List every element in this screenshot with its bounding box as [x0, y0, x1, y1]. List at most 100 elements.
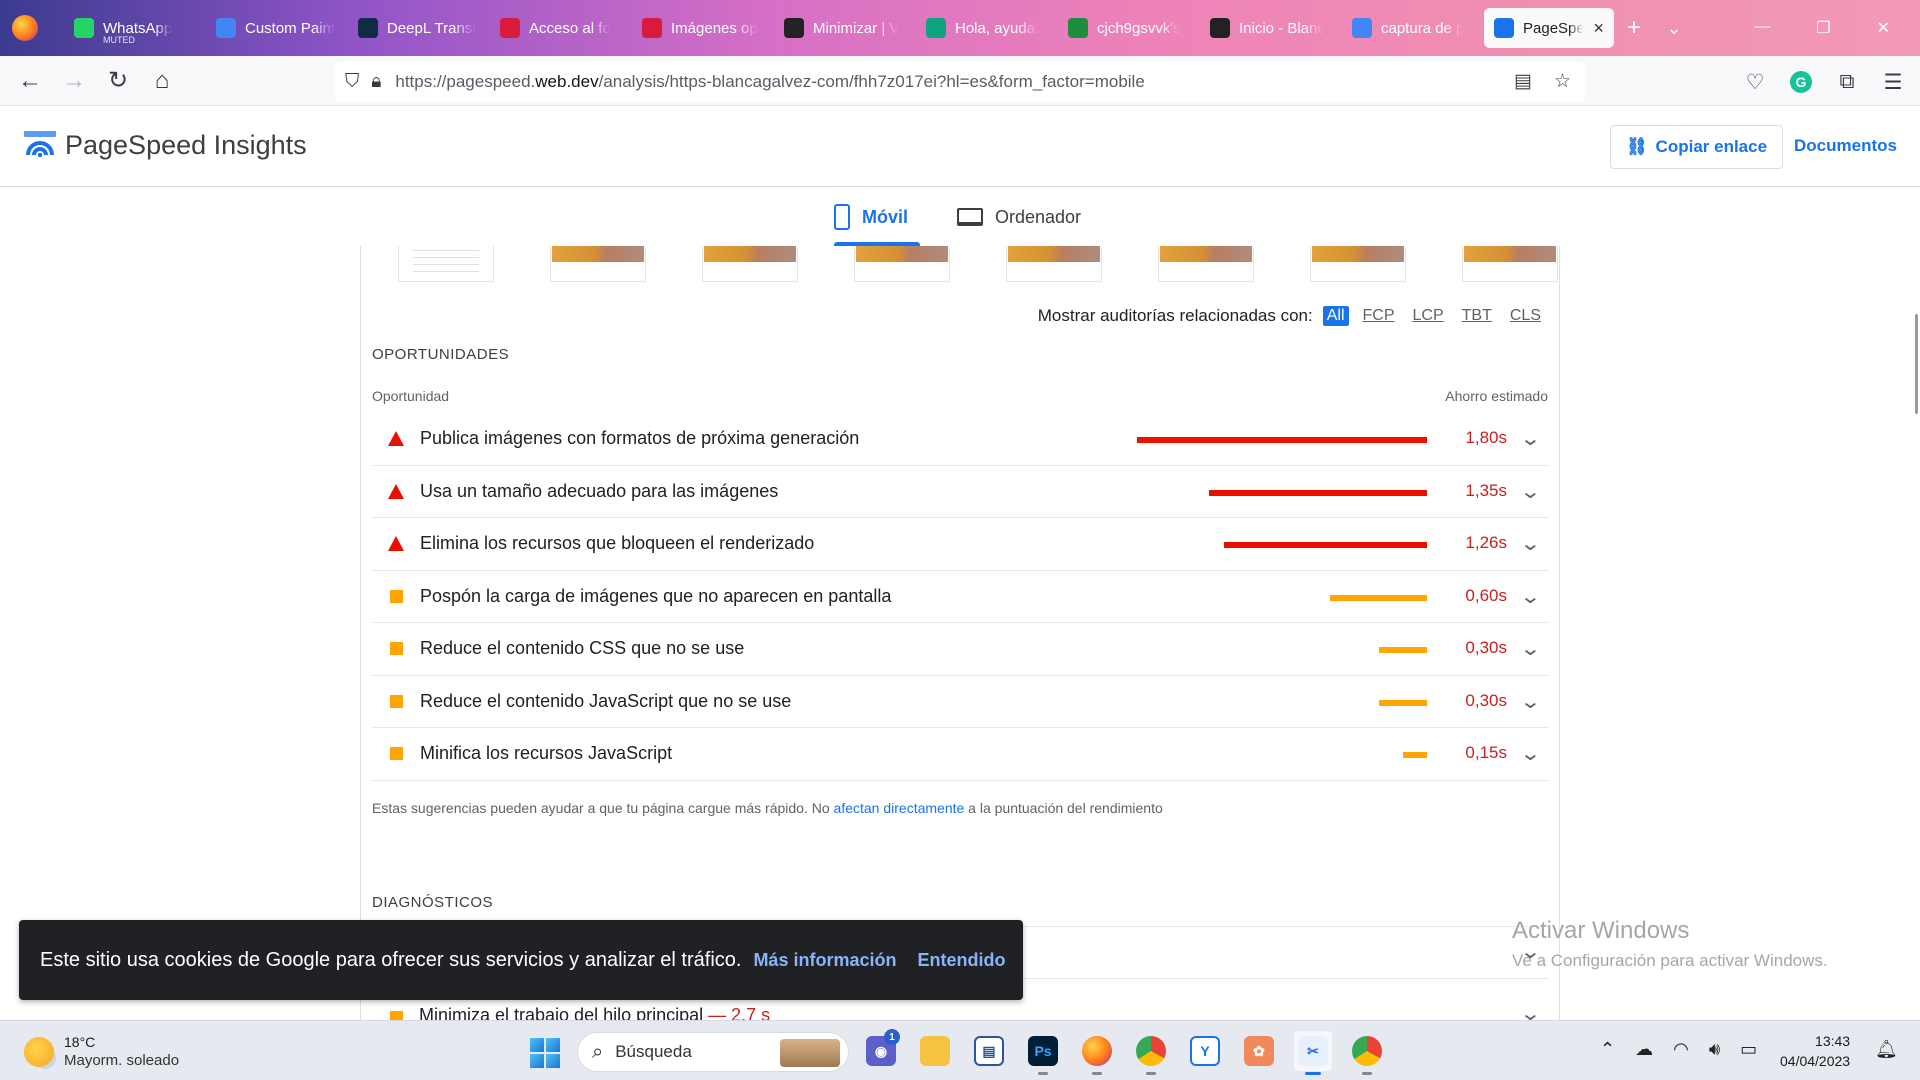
opportunity-row[interactable]: Pospón la carga de imágenes que no apare… — [372, 571, 1549, 623]
page-scrollbar[interactable] — [1908, 246, 1920, 1020]
average-square-icon — [386, 642, 406, 656]
opportunity-title: Usa un tamaño adecuado para las imágenes — [420, 480, 779, 501]
opportunity-row[interactable]: Reduce el contenido CSS que no se use 0,3… — [372, 623, 1549, 676]
chevron-down-icon[interactable]: ⌄ — [1520, 584, 1542, 609]
note-link[interactable]: afectan directamente — [834, 800, 965, 816]
activate-windows-watermark: Activar Windows Ve a Configuración para … — [1512, 917, 1828, 971]
yoast-app-icon[interactable]: Y — [1186, 1031, 1224, 1071]
browser-tab[interactable]: Hola, ayuda! — [916, 8, 1058, 48]
scrollbar-thumb[interactable] — [1915, 314, 1918, 414]
opportunity-row[interactable]: Publica imágenes con formatos de próxima… — [372, 413, 1549, 466]
opportunity-row[interactable]: Minifica los recursos JavaScript 0,15s ⌄ — [372, 728, 1549, 781]
chrome-profile-icon[interactable] — [1348, 1031, 1386, 1075]
new-tab-button[interactable]: + — [1614, 14, 1654, 42]
filmstrip-frame — [1006, 246, 1102, 282]
filter-chip-tbt[interactable]: TBT — [1458, 306, 1496, 326]
browser-tab-label: cjch9gsvvk's — [1097, 19, 1181, 37]
home-icon[interactable]: ⌂ — [140, 61, 184, 101]
browser-tab[interactable]: Custom Paint — [206, 8, 348, 48]
grammarly-extension-icon[interactable]: G — [1788, 62, 1814, 102]
onedrive-cloud-icon[interactable]: ☁ — [1635, 1039, 1653, 1060]
tracking-protection-shield-icon[interactable]: ⛉ — [345, 71, 359, 93]
browser-tab[interactable]: Acceso al fo — [490, 8, 632, 48]
photoshop-icon[interactable]: Ps — [1024, 1031, 1062, 1075]
minimize-icon[interactable]: — — [1754, 18, 1770, 38]
chevron-down-icon[interactable]: ⌄ — [1520, 531, 1542, 556]
navigation-toolbar: ← → ↻ ⌂ ⛉ 🔒︎ https://pagespeed.web.dev/a… — [0, 56, 1920, 106]
savings-bar — [1379, 647, 1427, 653]
chevron-down-icon[interactable]: ⌄ — [1520, 636, 1542, 661]
report-card: Mostrar auditorías relacionadas con: All… — [360, 246, 1560, 1025]
snipping-tool-icon[interactable]: ✂ — [1294, 1031, 1332, 1075]
url-text[interactable]: https://pagespeed.web.dev/analysis/https… — [395, 72, 1144, 92]
opportunity-row[interactable]: Elimina los recursos que bloqueen el ren… — [372, 518, 1549, 571]
browser-tab[interactable]: Inicio - Blanc — [1200, 8, 1342, 48]
chevron-down-icon[interactable]: ⌄ — [1520, 741, 1542, 766]
weather-temperature: 18°C — [64, 1034, 96, 1050]
chevron-down-icon[interactable]: ⌄ — [1520, 689, 1542, 714]
chevron-up-icon[interactable]: ⌃ — [1600, 1039, 1615, 1060]
menu-hamburger-icon[interactable]: ☰ — [1880, 62, 1906, 102]
forward-arrow-icon[interactable]: → — [52, 61, 96, 101]
savings-value: 1,80s — [1465, 428, 1507, 447]
watermark-subtitle: Ve a Configuración para activar Windows. — [1512, 951, 1828, 970]
filter-chip-fcp[interactable]: FCP — [1359, 306, 1399, 326]
diagnostics-heading: DIAGNÓSTICOS — [372, 894, 494, 911]
reader-view-icon[interactable]: ▤ — [1514, 70, 1532, 93]
extensions-icon[interactable]: ⧉ — [1834, 62, 1860, 102]
paint-app-icon[interactable]: ✿ — [1240, 1031, 1278, 1071]
copy-link-button[interactable]: ⛓ Copiar enlace — [1610, 125, 1783, 169]
list-all-tabs-icon[interactable]: ⌄ — [1654, 18, 1694, 39]
browser-tab-label: Acceso al fo — [529, 19, 611, 37]
wifi-icon[interactable]: ◠ — [1673, 1039, 1689, 1060]
browser-tab[interactable]: Minimizar | V — [774, 8, 916, 48]
audit-filter-label: Mostrar auditorías relacionadas con: — [1037, 306, 1313, 325]
chevron-down-icon[interactable]: ⌄ — [1520, 479, 1542, 504]
system-clock[interactable]: 13:43 04/04/2023 — [1780, 1031, 1850, 1071]
battery-icon[interactable]: ▭ — [1740, 1039, 1757, 1060]
lock-icon[interactable]: 🔒︎ — [371, 71, 381, 93]
tab-mobile[interactable]: Móvil — [834, 188, 921, 246]
browser-tab[interactable]: captura de p — [1342, 8, 1484, 48]
close-window-icon[interactable]: ✕ — [1877, 18, 1890, 38]
file-explorer-icon[interactable] — [916, 1031, 954, 1071]
opportunity-row[interactable]: Reduce el contenido JavaScript que no se… — [372, 676, 1549, 728]
windows-start-icon[interactable] — [530, 1038, 560, 1068]
taskbar-search[interactable]: ⌕ Búsqueda — [577, 1032, 849, 1072]
cookie-accept-button[interactable]: Entendido — [917, 950, 1005, 971]
page-title[interactable]: PageSpeed Insights — [65, 130, 307, 161]
address-bar[interactable]: ⛉ 🔒︎ https://pagespeed.web.dev/analysis/… — [335, 62, 1585, 102]
chrome-icon[interactable] — [1132, 1031, 1170, 1075]
filter-chip-all[interactable]: All — [1322, 306, 1349, 326]
pagespeed-logo-icon[interactable] — [24, 131, 56, 159]
back-arrow-icon[interactable]: ← — [8, 61, 52, 101]
savings-bar — [1224, 542, 1427, 548]
tab-desktop[interactable]: Ordenador — [957, 188, 1081, 246]
browser-tab[interactable]: PageSpee × — [1484, 8, 1614, 48]
chevron-down-icon[interactable]: ⌄ — [1520, 426, 1542, 451]
browser-tab[interactable]: WhatsApp MUTED — [64, 8, 206, 48]
document-app-icon[interactable]: ▤ — [970, 1031, 1008, 1071]
cookie-more-info-link[interactable]: Más información — [753, 950, 896, 971]
opportunity-row[interactable]: Usa un tamaño adecuado para las imágenes… — [372, 466, 1549, 518]
browser-tab-label: captura de p — [1381, 19, 1465, 37]
savings-value: 1,26s — [1465, 533, 1507, 552]
filter-chip-lcp[interactable]: LCP — [1409, 306, 1448, 326]
reload-icon[interactable]: ↻ — [96, 61, 140, 101]
firefox-icon[interactable] — [12, 15, 38, 41]
filter-chip-cls[interactable]: CLS — [1506, 306, 1545, 326]
browser-tab[interactable]: cjch9gsvvk's — [1058, 8, 1200, 48]
pocket-icon[interactable]: ♡ — [1742, 62, 1768, 102]
notifications-icon[interactable]: 🔔︎ — [1875, 1039, 1898, 1060]
restore-icon[interactable]: ❐ — [1816, 18, 1830, 38]
bookmark-star-icon[interactable]: ☆ — [1554, 70, 1571, 93]
close-tab-icon[interactable]: × — [1593, 18, 1604, 39]
windows-taskbar: 18°C Mayorm. soleado ⌕ Búsqueda ◉ 1 ▤ Ps … — [0, 1020, 1920, 1080]
browser-tab[interactable]: DeepL Transl — [348, 8, 490, 48]
volume-icon[interactable]: 🔊︎ — [1709, 1039, 1720, 1060]
docs-link[interactable]: Documentos — [1794, 136, 1897, 156]
browser-tab[interactable]: Imágenes op — [632, 8, 774, 48]
teams-chat-app-icon[interactable]: ◉ 1 — [862, 1029, 900, 1071]
firefox-taskbar-icon[interactable] — [1078, 1031, 1116, 1075]
weather-widget[interactable]: 18°C Mayorm. soleado — [24, 1034, 179, 1069]
